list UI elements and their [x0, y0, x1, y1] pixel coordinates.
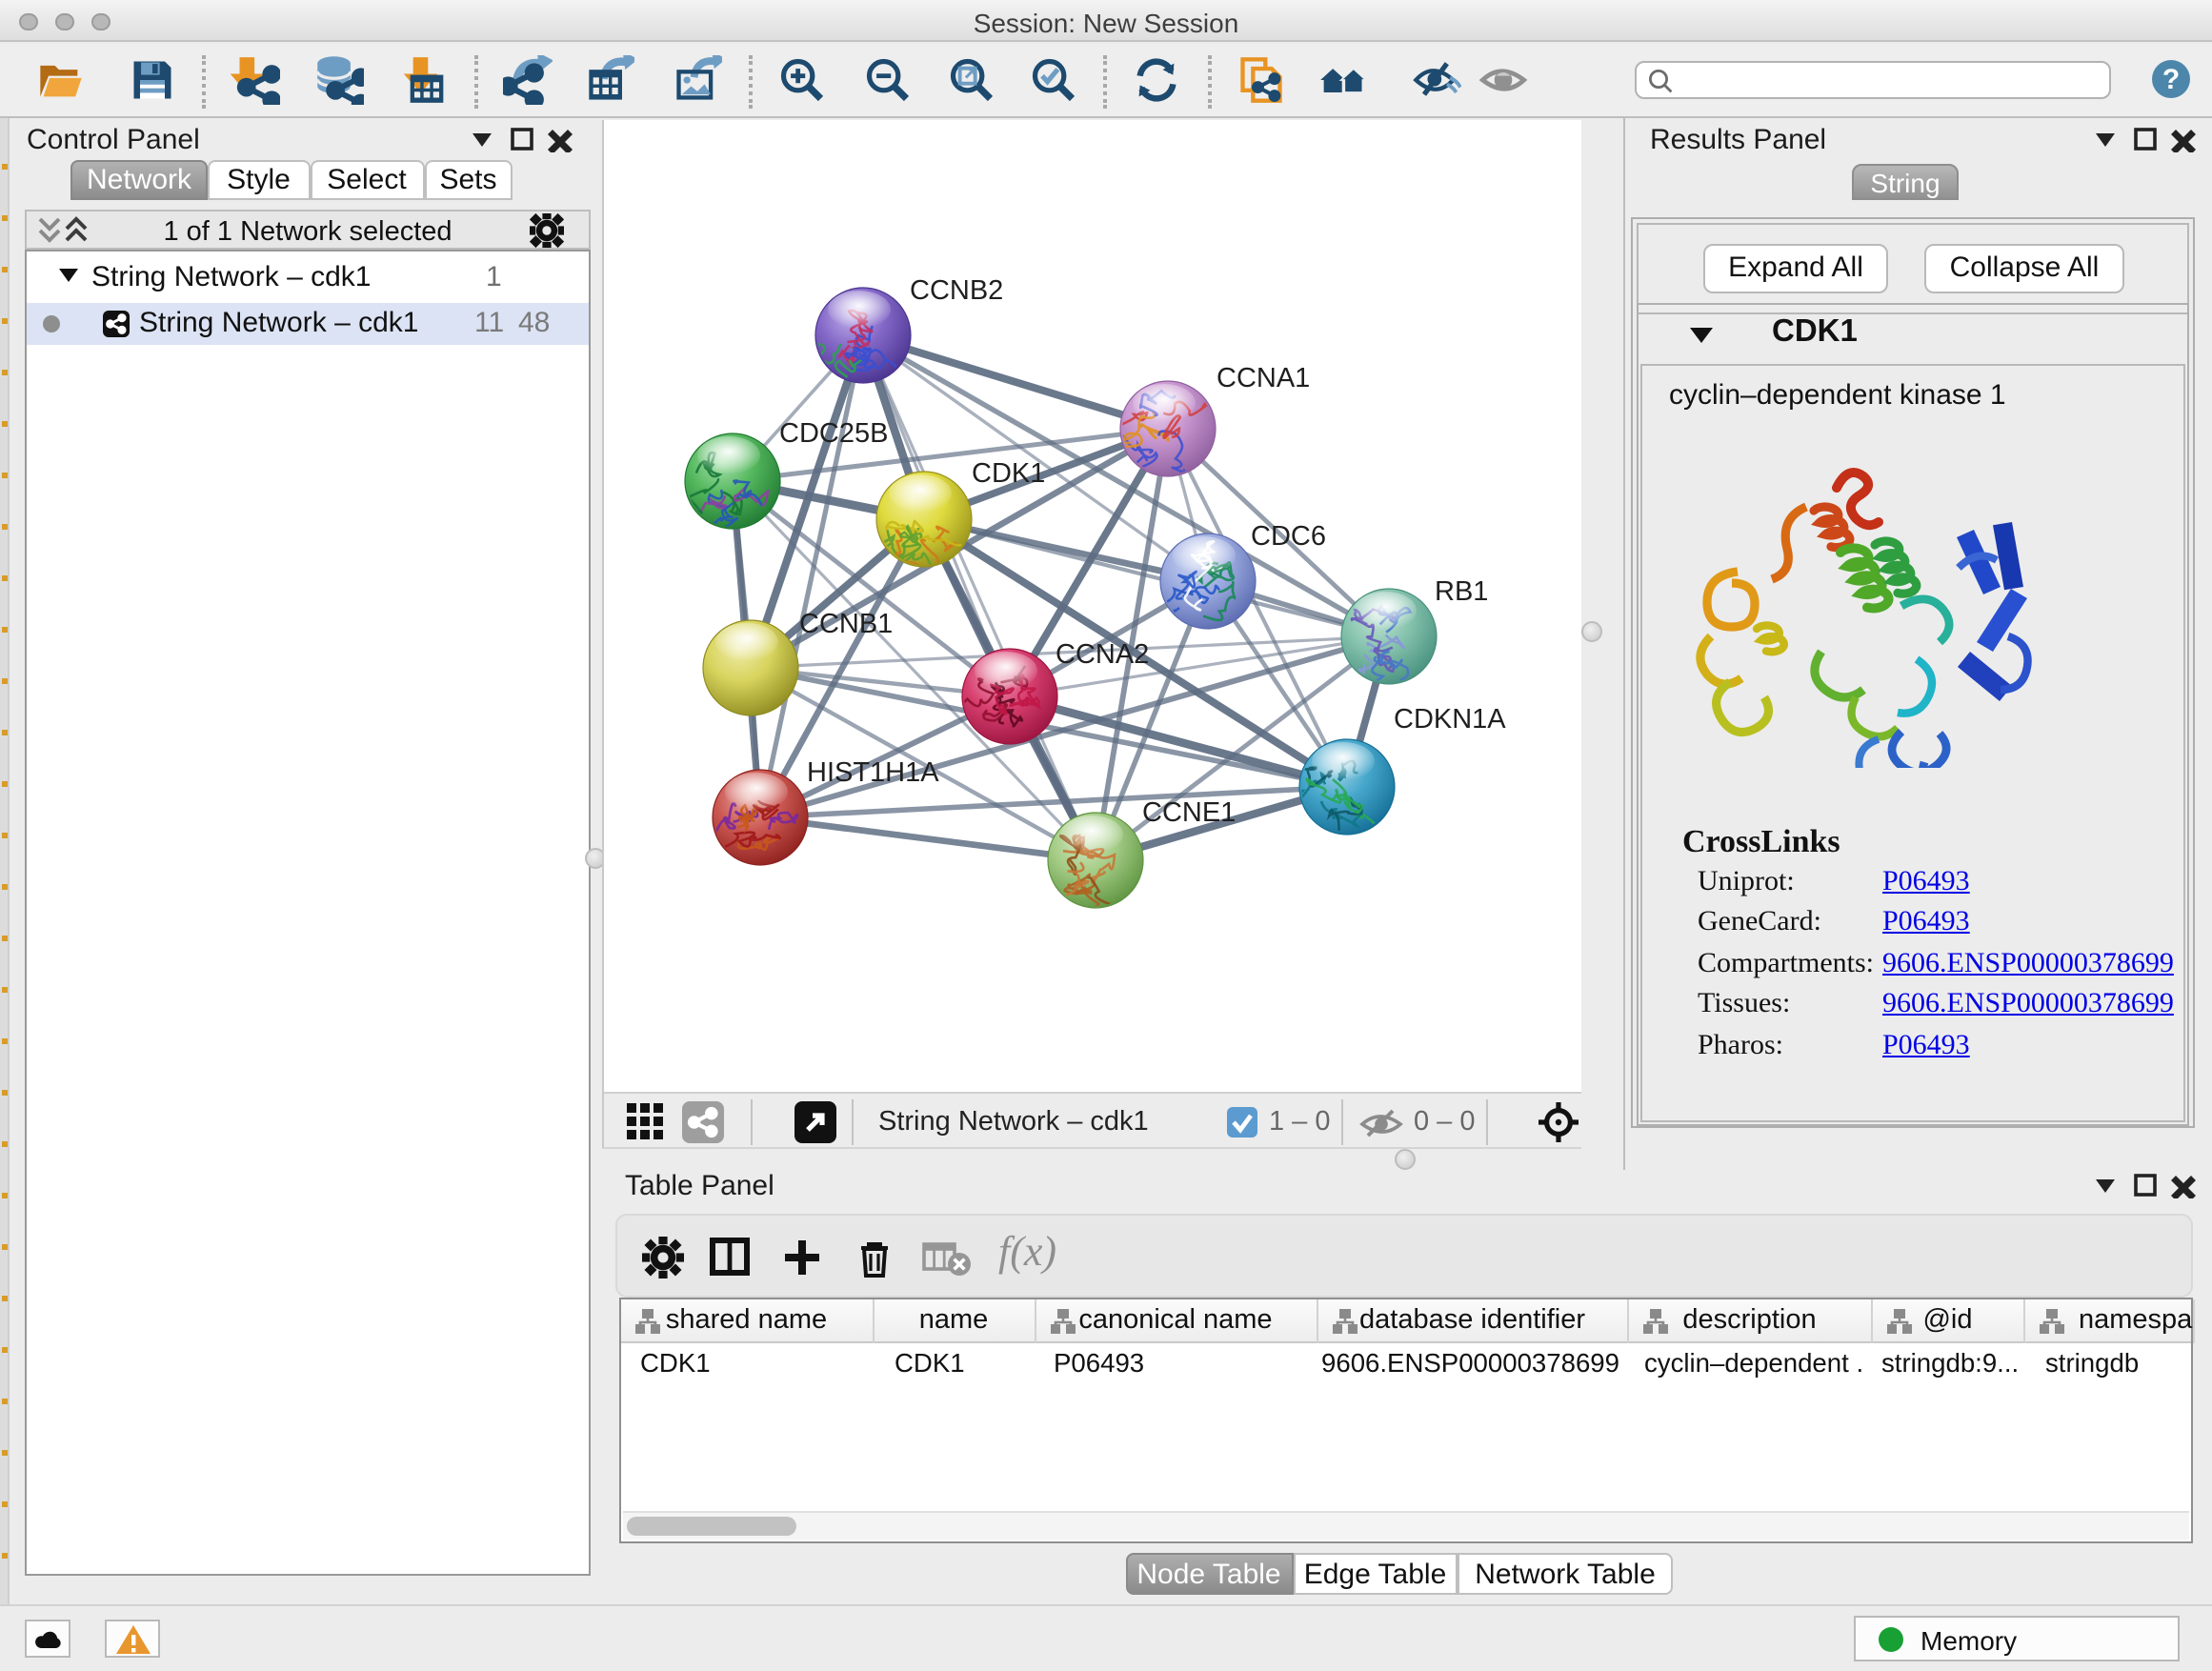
svg-text:CCNA2: CCNA2 [1056, 639, 1149, 670]
svg-text:CDKN1A: CDKN1A [1394, 704, 1506, 735]
svg-text:CDC6: CDC6 [1251, 521, 1326, 552]
svg-text:CCNE1: CCNE1 [1142, 797, 1236, 828]
svg-text:CCNA1: CCNA1 [1217, 363, 1310, 393]
svg-text:HIST1H1A: HIST1H1A [807, 757, 939, 788]
svg-text:CDK1: CDK1 [972, 458, 1045, 489]
svg-text:CCNB2: CCNB2 [910, 275, 1003, 306]
svg-text:CDC25B: CDC25B [779, 418, 888, 449]
svg-text:?: ? [2162, 64, 2180, 95]
svg-text:RB1: RB1 [1435, 576, 1488, 607]
svg-text:CCNB1: CCNB1 [799, 609, 893, 639]
